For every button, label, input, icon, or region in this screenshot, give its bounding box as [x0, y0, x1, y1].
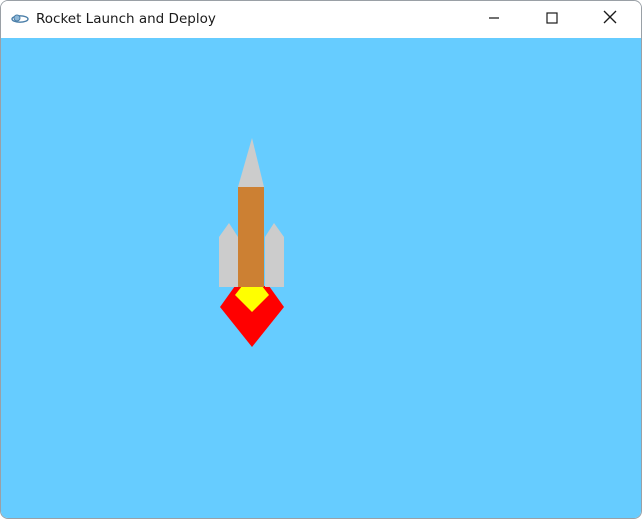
app-icon — [10, 11, 30, 27]
title-bar[interactable]: Rocket Launch and Deploy — [1, 1, 641, 38]
maximize-button[interactable] — [529, 1, 575, 38]
rocket-body — [238, 187, 264, 287]
window-title: Rocket Launch and Deploy — [36, 11, 216, 27]
game-canvas[interactable] — [1, 38, 641, 518]
close-icon — [603, 10, 617, 29]
close-button[interactable] — [587, 1, 633, 38]
sky-background — [1, 38, 641, 518]
app-window: Rocket Launch and Deploy — [0, 0, 642, 519]
minimize-icon — [488, 11, 500, 29]
maximize-icon — [546, 11, 558, 29]
minimize-button[interactable] — [471, 1, 517, 38]
